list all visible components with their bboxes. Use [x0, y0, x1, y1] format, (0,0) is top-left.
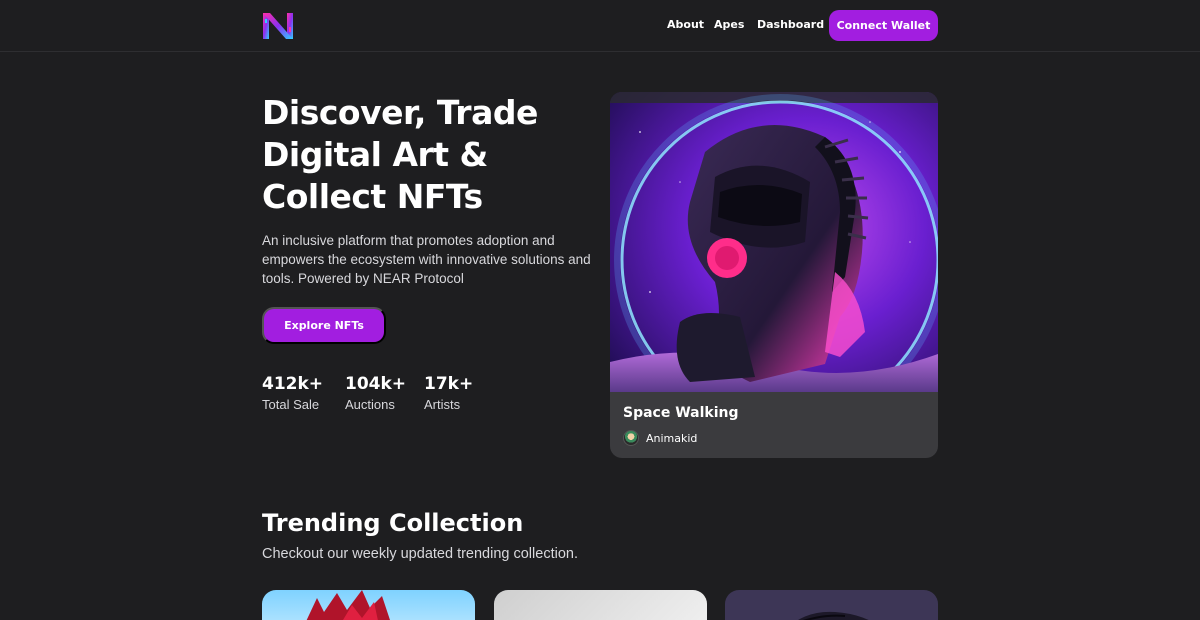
hero-description: An inclusive platform that promotes adop… [262, 233, 591, 286]
hero-title: Discover, Trade Digital Art & Collect NF… [262, 93, 538, 216]
nav-link-about[interactable]: About [667, 18, 704, 31]
trending-card-3[interactable] [725, 590, 938, 620]
trending-card-image [306, 590, 390, 620]
brand-logo-icon[interactable] [262, 11, 294, 41]
trending-card-image [798, 611, 869, 620]
top-navbar: About Apes Dashboard Connect Wallet [0, 0, 1200, 52]
stat-label: Total Sale [262, 397, 320, 412]
featured-nft-title: Space Walking [623, 405, 739, 421]
stat-value: 17k+ [424, 374, 474, 394]
featured-nft-image[interactable] [610, 92, 938, 392]
stat-total-sale: 412k+ Total Sale [262, 373, 323, 412]
nav-link-dashboard[interactable]: Dashboard [757, 18, 824, 31]
featured-nft-card[interactable]: Space Walking Animakid [610, 92, 938, 458]
stat-auctions: 104k+ Auctions [345, 373, 406, 412]
stat-label: Artists [424, 397, 461, 412]
stat-artists: 17k+ Artists [424, 373, 473, 412]
nav-link-apes[interactable]: Apes [714, 18, 744, 31]
trending-card-1[interactable] [262, 590, 475, 620]
stat-label: Auctions [345, 397, 395, 412]
artist-avatar [623, 430, 639, 446]
connect-wallet-button[interactable]: Connect Wallet [829, 10, 938, 41]
trending-subtitle: Checkout our weekly updated trending col… [262, 546, 578, 562]
trending-title: Trending Collection [262, 509, 524, 537]
stat-value: 412k+ [262, 374, 324, 394]
featured-nft-artist[interactable]: Animakid [646, 432, 697, 445]
trending-card-2[interactable] [494, 590, 707, 620]
explore-nfts-button[interactable]: Explore NFTs [262, 307, 386, 344]
stat-value: 104k+ [345, 374, 407, 394]
